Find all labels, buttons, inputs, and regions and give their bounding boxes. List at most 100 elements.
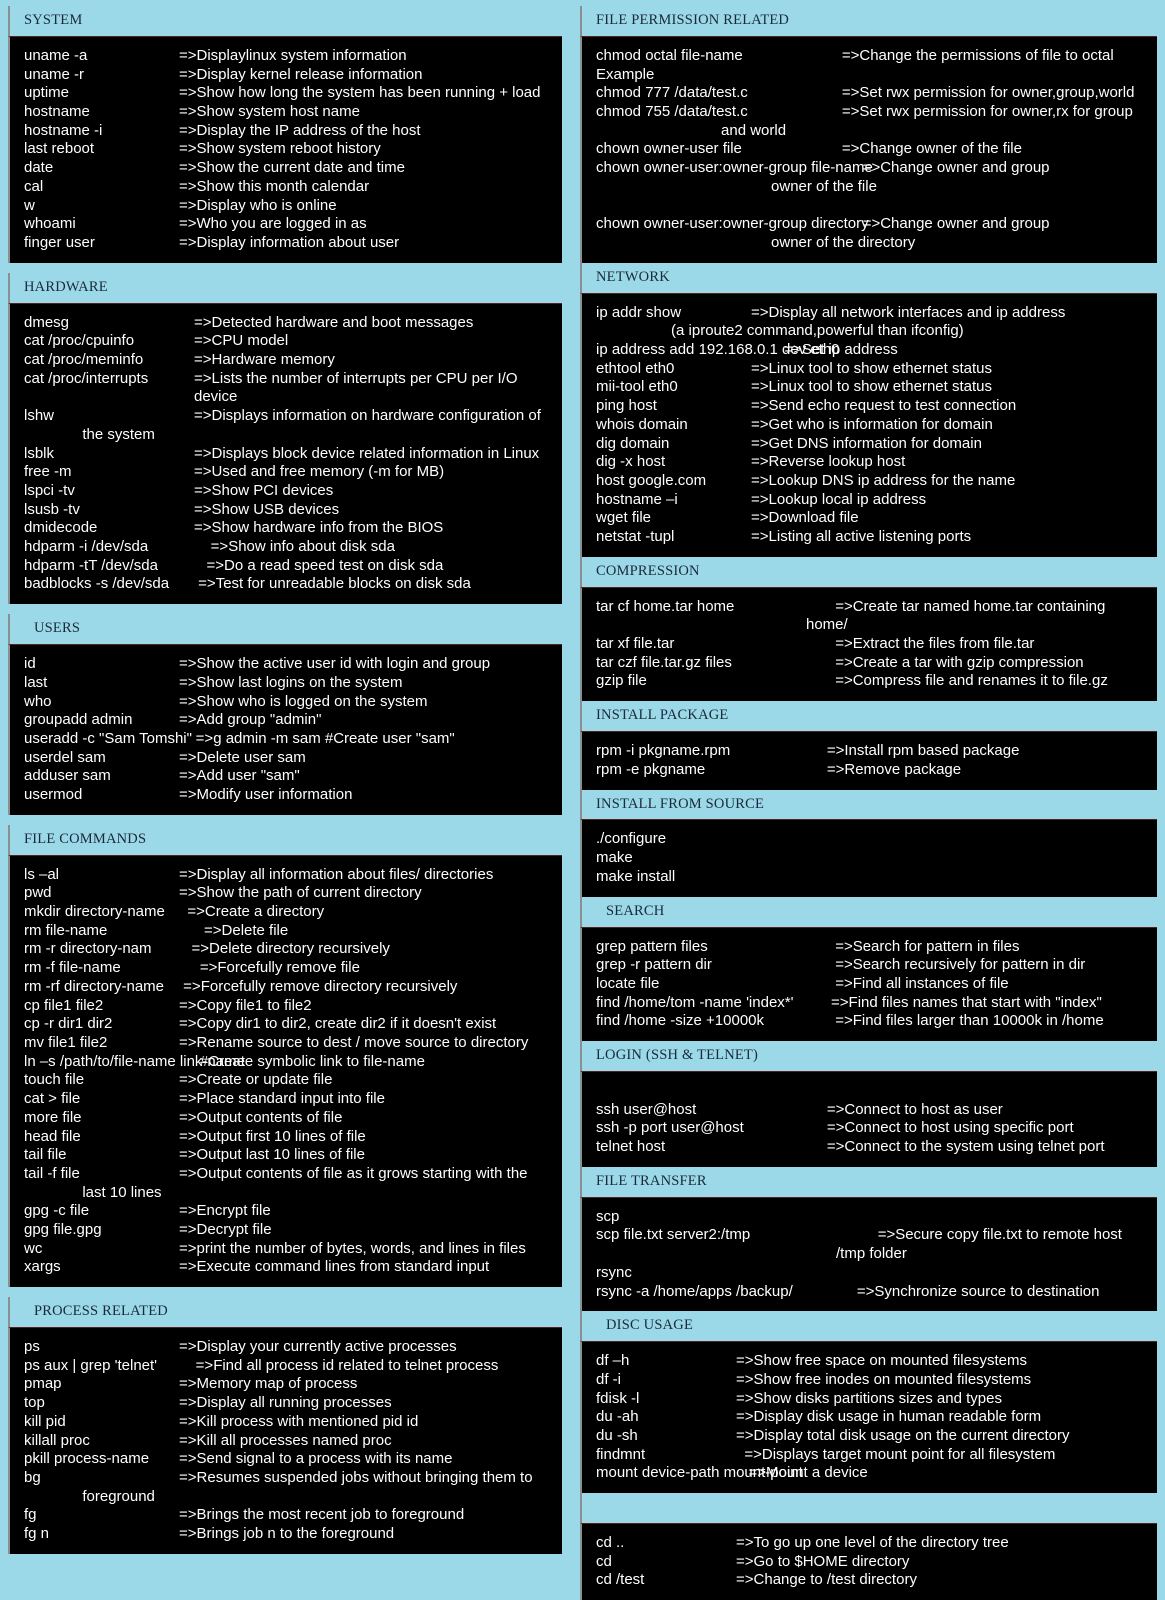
command-row: hostname =>Show system host name — [24, 103, 556, 122]
command-row: finger user =>Display information about u… — [24, 234, 556, 253]
command-row: gzip file =>Compress file and renames it… — [596, 672, 1151, 691]
command-name: find /home/tom -name 'index*' — [596, 993, 794, 1011]
command-row: rsync -a /home/apps /backup/ =>Synchroni… — [596, 1283, 1151, 1302]
command-name: badblocks -s /dev/sda — [24, 575, 170, 593]
command-name: mv file1 file2 — [24, 1033, 108, 1051]
command-row: gpg -c file =>Encrypt file — [24, 1202, 556, 1221]
command-name: chown owner-user:owner-group file-name — [596, 159, 873, 177]
command-row: groupadd admin =>Add group "admin" — [24, 711, 556, 730]
command-row: findmnt =>Displays target mount point fo… — [596, 1446, 1151, 1465]
section-body: ip addr show =>Display all network interf… — [580, 292, 1157, 557]
command-row: du -sh =>Display total disk usage on the … — [596, 1427, 1151, 1446]
section-file-permission-related: FILE PERMISSION RELATED chmod octal file-… — [580, 6, 1157, 263]
command-description: =>Test for unreadable blocks on disk sda — [194, 575, 471, 593]
command-description: =>Detected hardware and boot messages — [194, 313, 474, 331]
continuation-line: ./configure — [596, 830, 667, 848]
command-name: rm -f file-name — [24, 959, 121, 977]
command-row: locate file =>Find all instances of file — [596, 975, 1151, 994]
command-row: fdisk -l =>Show disks partitions sizes an… — [596, 1390, 1151, 1409]
command-name: hdparm -i /dev/sda — [24, 538, 149, 556]
command-description: =>Display total disk usage on the curren… — [736, 1426, 1070, 1444]
command-description: =>Rename source to dest / move source to… — [179, 1033, 529, 1051]
section-body: grep pattern files =>Search for pattern … — [580, 926, 1157, 1042]
command-name: ssh -p port user@host — [596, 1119, 744, 1137]
command-description: =>Displays target mount point for all fi… — [736, 1445, 1056, 1463]
command-description: =>Create tar named home.tar containing h… — [806, 597, 1110, 634]
spacer-row — [596, 197, 1151, 216]
command-name: rm file-name — [24, 921, 108, 939]
section-header: USERS — [8, 614, 562, 645]
command-name: touch file — [24, 1071, 85, 1089]
command-row: tail file =>Output last 10 lines of file — [24, 1146, 556, 1165]
command-row: ps aux | grep 'telnet' =>Find all proces… — [24, 1357, 556, 1376]
command-name: lspci -tv — [24, 481, 75, 499]
command-name: locate file — [596, 974, 660, 992]
command-description: =>Output contents of file as it grows st… — [179, 1164, 528, 1182]
section-body: df –h =>Show free space on mounted filesy… — [580, 1341, 1157, 1494]
command-description: =>Encrypt file — [179, 1202, 271, 1220]
command-row: telnet host =>Connect to the system usin… — [596, 1138, 1151, 1157]
command-name: netstat -tupl — [596, 528, 675, 546]
section-hardware: HARDWARE dmesg =>Detected hardware and boo… — [8, 272, 562, 605]
command-name: rm -rf directory-name — [24, 977, 165, 995]
command-description: =>Remove package — [806, 760, 962, 778]
section-header: FILE COMMANDS — [8, 824, 562, 855]
command-description: =>Display kernel release information — [179, 65, 423, 83]
section-install-package: INSTALL PACKAGE rpm -i pkgname.rpm =>Inst… — [580, 701, 1157, 790]
command-name: du -sh — [596, 1426, 638, 1444]
command-row: dmidecode =>Show hardware info from the B… — [24, 519, 556, 538]
command-description: =>Show disks partitions sizes and types — [736, 1389, 1002, 1407]
continuation-line: make — [596, 849, 633, 867]
command-description: =>Show this month calendar — [179, 177, 370, 195]
command-description: =>Mount a device — [736, 1464, 868, 1482]
command-row: uptime =>Show how long the system has bee… — [24, 84, 556, 103]
command-name: dig -x host — [596, 453, 666, 471]
command-description: =>Linux tool to show ethernet status — [751, 378, 992, 396]
section-login-ssh-telnet: LOGIN (SSH & TELNET) ssh user@host =>Conn… — [580, 1041, 1157, 1167]
section-header — [580, 1493, 1157, 1524]
command-description: =>To go up one level of the directory tr… — [736, 1534, 1009, 1552]
command-name: telnet host — [596, 1138, 666, 1156]
command-description: =>Output contents of file — [179, 1108, 343, 1126]
command-name: uptime — [24, 84, 70, 102]
section-header: LOGIN (SSH & TELNET) — [580, 1041, 1157, 1071]
command-name: wc — [24, 1239, 43, 1257]
command-description: =>Install rpm based package — [806, 742, 1020, 760]
command-description: =>Send echo request to test connection — [751, 397, 1017, 415]
command-row: cal =>Show this month calendar — [24, 178, 556, 197]
command-description: =>Show how long the system has been runn… — [179, 84, 541, 102]
command-row: usermod =>Modify user information — [24, 786, 556, 805]
command-name: dmidecode — [24, 519, 98, 537]
command-description: =>Set ip address — [751, 341, 898, 358]
command-description: =>Secure copy file.txt to remote host /t… — [836, 1226, 1127, 1263]
command-name: killall proc — [24, 1431, 90, 1449]
command-name: fdisk -l — [596, 1389, 640, 1407]
command-name: head file — [24, 1127, 81, 1145]
command-name: mkdir directory-name — [24, 903, 165, 921]
command-row: hdparm -tT /dev/sda =>Do a read speed te… — [24, 557, 556, 576]
command-row: ip address add 192.168.0.1 dev eth0 =>Se… — [596, 341, 1151, 360]
command-row: df –h =>Show free space on mounted filesy… — [596, 1352, 1151, 1371]
command-row: cd =>Go to $HOME directory — [596, 1553, 1151, 1572]
command-row: ls –al =>Display all information about fi… — [24, 866, 556, 885]
command-row: kill pid =>Kill process with mentioned pi… — [24, 1413, 556, 1432]
command-row: userdel sam =>Delete user sam — [24, 749, 556, 768]
section-body: scp scp file.txt server2:/tmp =>Secure co… — [580, 1196, 1157, 1312]
section-header: DISC USAGE — [580, 1311, 1157, 1342]
command-row: more file =>Output contents of file — [24, 1109, 556, 1128]
command-name: mii-tool eth0 — [596, 378, 678, 396]
command-description: =>Copy dir1 to dir2, create dir2 if it d… — [179, 1015, 497, 1033]
command-name: mount device-path mount-point — [596, 1464, 803, 1482]
command-name: chmod 755 /data/test.c — [596, 103, 748, 121]
command-description: =>Resumes suspended jobs without bringin… — [179, 1468, 533, 1486]
continuation-line: and world — [596, 121, 787, 139]
command-row: wc =>print the number of bytes, words, an… — [24, 1240, 556, 1259]
command-name: finger user — [24, 233, 95, 251]
command-row: head file =>Output first 10 lines of file — [24, 1128, 556, 1147]
section-gap — [8, 814, 562, 825]
command-name: chown owner-user:owner-group directory — [596, 215, 869, 233]
command-description: =>Show the current date and time — [179, 159, 405, 177]
command-name: whois domain — [596, 415, 688, 433]
command-row: df -i =>Show free inodes on mounted files… — [596, 1371, 1151, 1390]
command-description: =>Brings job n to the foreground — [179, 1525, 395, 1543]
